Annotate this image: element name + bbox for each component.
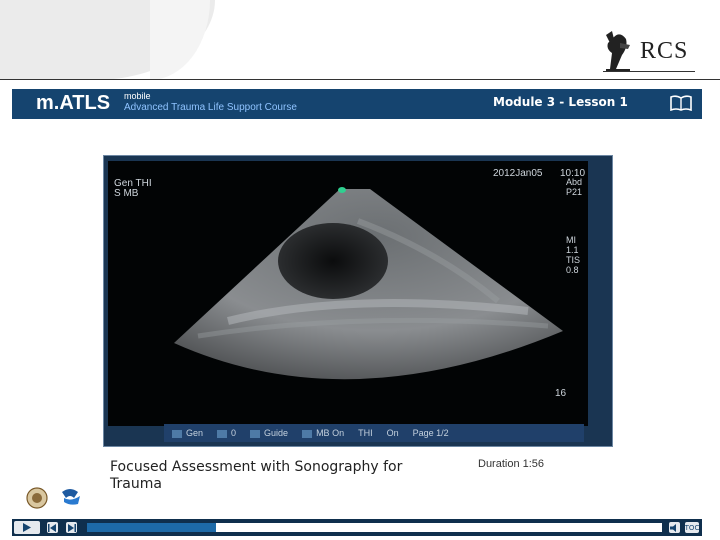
toolbar-mb: MB On	[302, 428, 344, 438]
toolbar-count: 0	[217, 428, 236, 438]
home-icon	[172, 429, 182, 438]
toolbar-guide: Guide	[250, 428, 288, 438]
toolbar-thi: THI	[358, 428, 373, 438]
partner-logo-icon	[62, 489, 80, 505]
guide-icon	[250, 429, 261, 438]
book-icon[interactable]	[670, 95, 692, 111]
ultrasound-toolbar: Gen 0 Guide MB On THI On Page 1/2	[164, 424, 584, 442]
param-mi-label: MI	[566, 235, 576, 245]
crest-icon	[606, 31, 630, 71]
app-title: m.ATLS	[36, 92, 111, 114]
header-decoration-accent	[150, 0, 210, 80]
ultrasound-scan	[174, 189, 563, 380]
progress-bar[interactable]	[87, 523, 662, 532]
app-subtitle-mobile: mobile	[124, 91, 151, 101]
module-lesson-label: Module 3 - Lesson 1	[493, 95, 628, 109]
ultrasound-image: Gen THI S MB 2012Jan05 10:10 Abd P21 MI …	[108, 161, 588, 426]
video-title: Focused Assessment with Sonography for T…	[110, 459, 403, 492]
logo-text: RCS	[640, 37, 689, 64]
logo-underline	[603, 71, 695, 72]
video-player[interactable]: Gen THI S MB 2012Jan05 10:10 Abd P21 MI …	[103, 155, 613, 447]
next-icon	[68, 523, 76, 532]
play-icon	[23, 523, 31, 532]
scan-parameters: Abd P21 MI 1.1 TIS 0.8	[566, 177, 582, 275]
previous-icon	[48, 523, 56, 532]
course-name: Advanced Trauma Life Support Course	[124, 102, 297, 113]
previous-button[interactable]	[47, 522, 58, 533]
scan-date: 2012Jan05	[493, 168, 543, 179]
header-rule	[0, 79, 720, 80]
param-tis-label: TIS	[566, 255, 581, 265]
param-tis-value: 0.8	[566, 265, 579, 275]
player-controls: TOC	[12, 519, 702, 536]
video-duration: Duration 1:56	[478, 458, 545, 470]
progress-fill	[87, 523, 217, 532]
volume-icon	[670, 523, 676, 532]
toolbar-page: Page 1/2	[412, 428, 449, 438]
volume-button[interactable]	[669, 522, 680, 533]
depth-label: 16	[555, 388, 567, 399]
rcs-logo: RCS	[600, 28, 695, 74]
probe-marker-icon	[338, 187, 346, 193]
mb-icon	[302, 429, 313, 438]
toc-button[interactable]: TOC	[685, 522, 699, 533]
next-button[interactable]	[66, 522, 77, 533]
param-p21: P21	[566, 187, 583, 197]
toolbar-gen: Gen	[172, 428, 203, 438]
param-abd: Abd	[566, 177, 583, 187]
course-banner: m.ATLS mobile Advanced Trauma Life Suppo…	[12, 89, 702, 119]
toolbar-thi-state: On	[386, 428, 399, 438]
college-seal-icon	[26, 487, 48, 509]
param-mi-value: 1.1	[566, 245, 579, 255]
play-button[interactable]	[14, 521, 40, 534]
scan-mode-line2: S MB	[114, 188, 139, 199]
grid-icon	[217, 429, 228, 438]
toc-label: TOC	[684, 523, 700, 532]
